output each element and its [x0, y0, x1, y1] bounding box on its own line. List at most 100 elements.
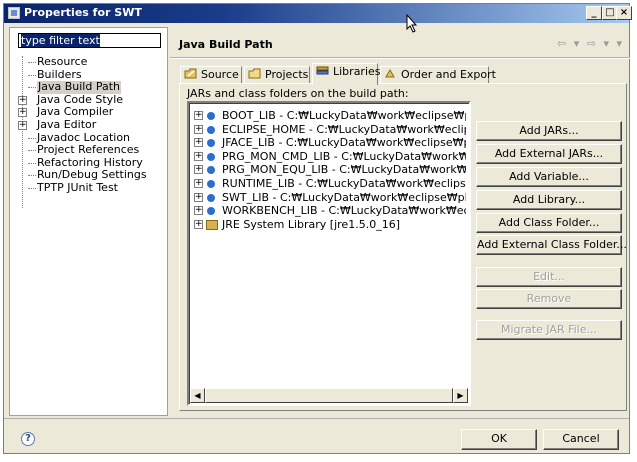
- tab-projects[interactable]: Projects: [244, 66, 310, 84]
- add-external-jars-button[interactable]: Add External JARs...: [476, 144, 622, 164]
- property-tree: Resource Builders Java Build Path + Java Cod…: [18, 55, 168, 195]
- filter-input[interactable]: type filter text: [18, 33, 161, 48]
- library-entry[interactable]: + RUNTIME_LIB - C:₩LuckyData₩work₩eclipse…: [194, 177, 466, 191]
- library-icon: [206, 219, 218, 230]
- close-button[interactable]: ×: [616, 6, 632, 20]
- window-title: Properties for SWT: [24, 6, 142, 19]
- help-icon[interactable]: ?: [21, 432, 35, 446]
- tree-item[interactable]: + Java Editor: [18, 117, 168, 132]
- tree-connector: [28, 62, 36, 63]
- libraries-tab-body: JARs and class folders on the build path…: [179, 83, 627, 411]
- add-class-folder-button[interactable]: Add Class Folder...: [476, 213, 622, 233]
- expand-icon[interactable]: +: [194, 124, 203, 134]
- tab-source[interactable]: Source: [180, 66, 242, 84]
- expand-icon[interactable]: +: [194, 192, 203, 202]
- libraries-icon: [316, 65, 329, 76]
- expand-icon[interactable]: +: [194, 206, 203, 216]
- expand-icon[interactable]: +: [18, 95, 27, 105]
- source-folder-icon: [184, 68, 197, 79]
- expand-icon[interactable]: +: [194, 179, 203, 188]
- tab-order-export[interactable]: Order and Export: [380, 66, 496, 84]
- add-external-class-folder-button[interactable]: Add External Class Folder...: [476, 235, 627, 255]
- variable-icon: [207, 193, 215, 202]
- history-nav[interactable]: ⇦ ▾ ⇨ ▾ ▾: [557, 37, 624, 50]
- library-entry-label: WORKBENCH_LIB - C:₩LuckyData₩work₩eclips…: [222, 204, 466, 218]
- properties-dialog: Properties for SWT _ □ × type filter tex…: [3, 3, 632, 454]
- separator: [170, 57, 630, 59]
- tree-item-label: Resource: [37, 55, 88, 68]
- add-variable-button[interactable]: Add Variable...: [476, 167, 622, 187]
- tree-item[interactable]: TPTP JUnit Test: [18, 180, 168, 195]
- library-entry-label: BOOT_LIB - C:₩LuckyData₩work₩eclipse₩plu…: [222, 109, 466, 122]
- tree-connector: [28, 187, 36, 189]
- scroll-right-button[interactable]: ▶: [453, 388, 468, 403]
- remove-button[interactable]: Remove: [476, 289, 622, 309]
- expand-icon[interactable]: +: [194, 111, 203, 120]
- scroll-left-button[interactable]: ◀: [190, 388, 205, 403]
- scroll-thumb[interactable]: [205, 388, 453, 403]
- tree-item-label: Java Build Path: [37, 80, 122, 94]
- horizontal-scrollbar[interactable]: ◀ ▶: [190, 388, 468, 403]
- library-list[interactable]: + BOOT_LIB - C:₩LuckyData₩work₩eclipse₩pl…: [187, 101, 471, 406]
- list-label: JARs and class folders on the build path…: [187, 87, 409, 100]
- library-entry[interactable]: + BOOT_LIB - C:₩LuckyData₩work₩eclipse₩pl…: [194, 109, 466, 123]
- migrate-jar-file-button[interactable]: Migrate JAR File...: [476, 320, 622, 340]
- tab-label: Libraries: [333, 65, 381, 78]
- app-icon: [8, 7, 20, 19]
- variable-icon: [207, 125, 215, 134]
- tree-item-label: Project References: [37, 143, 140, 157]
- library-entry-label: PRG_MON_EQU_LIB - C:₩LuckyData₩work₩ecli…: [222, 163, 466, 177]
- expand-icon[interactable]: +: [194, 165, 203, 175]
- library-entry[interactable]: + JFACE_LIB - C:₩LuckyData₩work₩eclipse₩p…: [194, 136, 466, 150]
- expand-icon[interactable]: +: [194, 219, 203, 229]
- library-entry[interactable]: + ECLIPSE_HOME - C:₩LuckyData₩work₩eclips…: [194, 123, 466, 137]
- tab-label: Projects: [265, 68, 309, 81]
- tab-libraries[interactable]: Libraries: [312, 63, 381, 85]
- tree-connector: [28, 137, 36, 139]
- library-entry[interactable]: + PRG_MON_CMD_LIB - C:₩LuckyData₩work₩ecl…: [194, 150, 466, 164]
- expand-icon[interactable]: +: [194, 138, 203, 148]
- tree-item[interactable]: Resource: [18, 55, 168, 69]
- tab-label: Source: [201, 68, 239, 81]
- variable-icon: [207, 207, 215, 216]
- add-jars-button[interactable]: Add JARs...: [476, 121, 622, 141]
- navigation-panel: type filter text Resource Builders Java Bu…: [9, 27, 168, 416]
- library-entry[interactable]: + JRE System Library [jre1.5.0_16]: [194, 218, 466, 232]
- tree-connector: [28, 162, 36, 164]
- filter-text: type filter text: [21, 34, 100, 47]
- tree-connector: [28, 74, 36, 76]
- variable-icon: [207, 139, 215, 148]
- variable-icon: [207, 180, 215, 188]
- order-export-icon: [384, 68, 397, 79]
- title-bar[interactable]: Properties for SWT _ □ ×: [4, 4, 632, 23]
- library-entry-label: JFACE_LIB - C:₩LuckyData₩work₩eclipse₩pl…: [222, 136, 466, 150]
- ok-button[interactable]: OK: [461, 429, 537, 450]
- page-title: Java Build Path: [179, 38, 273, 51]
- tree-item[interactable]: Java Build Path: [18, 81, 168, 94]
- library-entry-label: JRE System Library [jre1.5.0_16]: [222, 217, 400, 231]
- library-entry-label: ECLIPSE_HOME - C:₩LuckyData₩work₩eclipse: [222, 122, 466, 136]
- tree-connector: [28, 150, 36, 152]
- tab-label: Order and Export: [401, 68, 496, 81]
- library-entry-label: SWT_LIB - C:₩LuckyData₩work₩eclipse₩plug…: [222, 190, 466, 204]
- library-entry-label: PRG_MON_CMD_LIB - C:₩LuckyData₩work₩ecli…: [222, 149, 466, 163]
- button-bar: ? OK Cancel: [4, 418, 629, 453]
- expand-icon[interactable]: +: [18, 108, 27, 118]
- tree-connector: [28, 87, 36, 89]
- library-entry[interactable]: + SWT_LIB - C:₩LuckyData₩work₩eclipse₩plu…: [194, 191, 466, 205]
- expand-icon[interactable]: +: [18, 120, 27, 130]
- library-entry[interactable]: + WORKBENCH_LIB - C:₩LuckyData₩work₩eclip…: [194, 204, 466, 218]
- variable-icon: [207, 166, 215, 175]
- library-entry-label: RUNTIME_LIB - C:₩LuckyData₩work₩eclipse₩…: [222, 177, 466, 190]
- tree-item-label: Java Editor: [37, 117, 97, 131]
- expand-icon[interactable]: +: [194, 151, 203, 161]
- add-library-button[interactable]: Add Library...: [476, 190, 622, 210]
- edit-button[interactable]: Edit...: [476, 267, 622, 287]
- minimize-button[interactable]: _: [586, 6, 602, 20]
- cancel-button[interactable]: Cancel: [543, 429, 619, 450]
- tree-item-label: TPTP JUnit Test: [37, 180, 118, 194]
- mouse-cursor-icon: [406, 14, 418, 33]
- tree-item[interactable]: Project References: [18, 144, 168, 157]
- library-entry[interactable]: + PRG_MON_EQU_LIB - C:₩LuckyData₩work₩ecl…: [194, 163, 466, 177]
- variable-icon: [207, 152, 215, 161]
